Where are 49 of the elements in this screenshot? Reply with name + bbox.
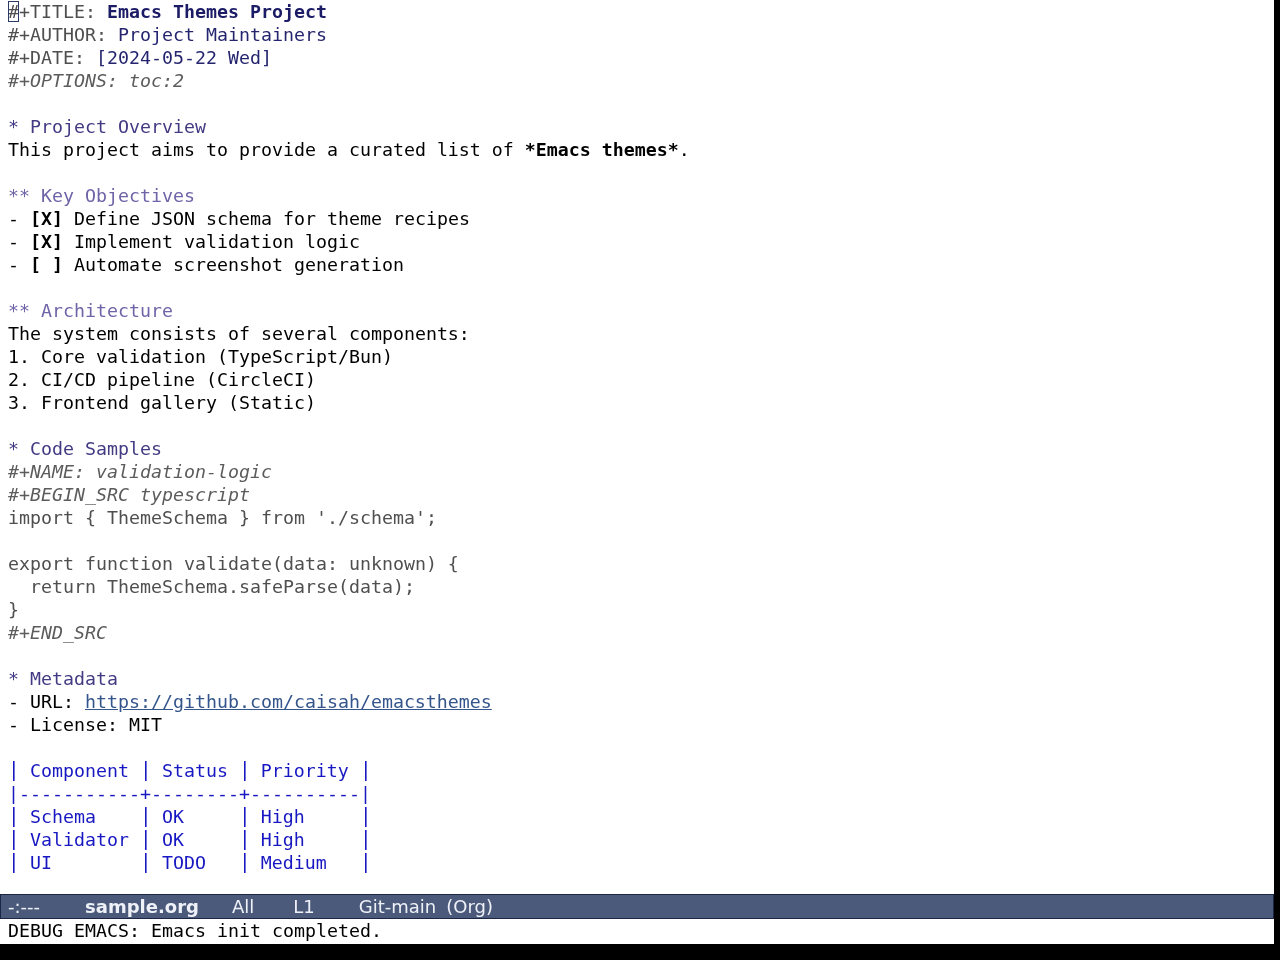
- code-line: }: [8, 599, 19, 620]
- buffer-position-text: All: [231, 896, 255, 917]
- code-line: import { ThemeSchema } from './schema';: [8, 507, 437, 528]
- paragraph-text: This project aims to provide a curated list of *Emacs themes*.: [8, 139, 690, 160]
- body-text: - License: MIT: [8, 714, 162, 735]
- table-cell-text: High: [259, 805, 306, 828]
- keyword-label: #+DATE:: [8, 47, 85, 68]
- table-cell-text: Medium: [259, 851, 328, 874]
- echo-area-message: DEBUG EMACS: Emacs init completed.: [8, 920, 382, 941]
- table-header-cell-text: Status: [160, 759, 229, 782]
- checklist-item: - [X] Implement validation logic: [8, 231, 360, 252]
- code-line: return ThemeSchema.safeParse(data);: [30, 576, 415, 597]
- table-cell-text: UI: [28, 851, 53, 874]
- checklist-item: - [X] Define JSON schema for theme recipes: [8, 208, 470, 229]
- table-cell-text: Schema: [28, 805, 97, 828]
- document-title: Emacs Themes Project: [106, 1, 327, 22]
- table-rule-line: |-----------+--------+----------|: [8, 783, 371, 804]
- block-keyword-text: #+BEGIN_SRC typescript: [8, 484, 250, 505]
- table-cell-text: High: [259, 828, 306, 851]
- section-heading: * Metadata: [8, 668, 118, 689]
- section-heading: * Code Samples: [8, 438, 162, 459]
- keyword-value: [2024-05-22 Wed]: [95, 47, 272, 68]
- block-keyword-text: #+END_SRC: [8, 622, 107, 643]
- block-keyword-text: #+NAME: validation-logic: [8, 461, 272, 482]
- section-heading: ** Key Objectives: [8, 185, 195, 206]
- major-mode-text: (Org): [446, 896, 493, 917]
- buffer-name: sample.org: [85, 896, 199, 917]
- section-heading: ** Architecture: [8, 300, 173, 321]
- keyword-value: Project Maintainers: [117, 24, 327, 45]
- body-text: The system consists of several components:: [8, 323, 470, 344]
- url-link[interactable]: https://github.com/caisah/emacsthemes: [84, 691, 492, 712]
- table-header-cell-text: Priority: [259, 759, 350, 782]
- option-line-text: #+OPTIONS: toc:2: [8, 70, 184, 91]
- body-text: 3. Frontend gallery (Static): [8, 392, 316, 413]
- keyword-label: #+AUTHOR:: [8, 24, 107, 45]
- table-cell-text: OK: [160, 828, 185, 851]
- checklist-item: - [ ] Automate screenshot generation: [8, 254, 404, 275]
- body-text: 2. CI/CD pipeline (CircleCI): [8, 369, 316, 390]
- section-heading: * Project Overview: [8, 116, 206, 137]
- table-header-cell-text: Component: [28, 759, 130, 782]
- table-cell-text: TODO: [160, 851, 207, 874]
- code-line: export function validate(data: unknown) {: [8, 553, 459, 574]
- git-branch-text: Git-main: [358, 896, 437, 917]
- table-cell-text: Validator: [28, 828, 130, 851]
- line-number-text: L1: [293, 896, 315, 917]
- list-item-text: - URL:: [8, 691, 74, 712]
- modified-status-text: -:---: [8, 896, 41, 917]
- body-text: 1. Core validation (TypeScript/Bun): [8, 346, 393, 367]
- table-cell-text: OK: [160, 805, 185, 828]
